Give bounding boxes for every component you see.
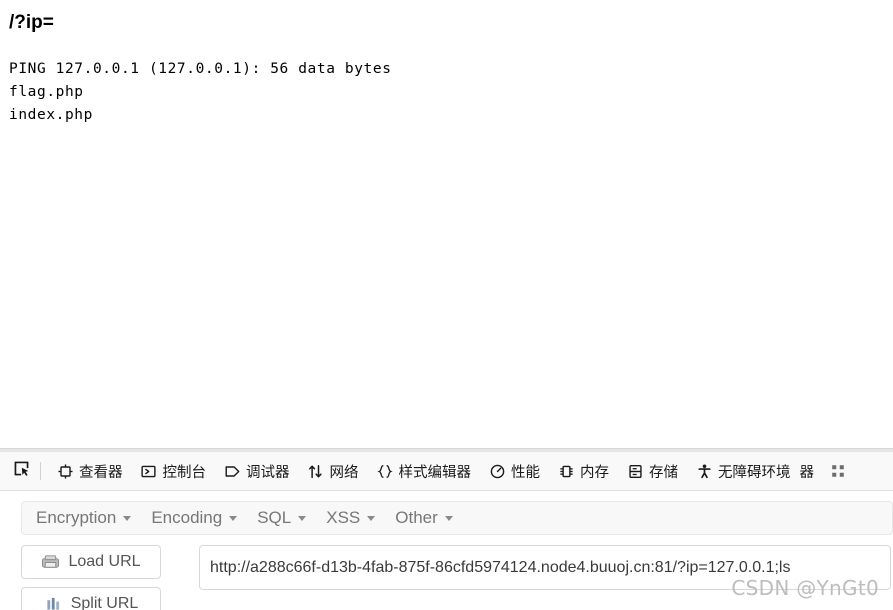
command-output-text: PING 127.0.0.1 (127.0.0.1): 56 data byte… xyxy=(9,61,392,123)
tab-style-editor-label: 样式编辑器 xyxy=(398,464,472,481)
tab-memory-label: 内存 xyxy=(580,464,609,481)
tab-accessibility-label: 无障碍环境 xyxy=(718,464,791,481)
inspector-icon xyxy=(57,463,73,479)
tab-inspector[interactable]: 查看器 xyxy=(48,452,132,490)
load-url-icon xyxy=(41,554,60,571)
tab-application-label: 器 xyxy=(799,464,815,481)
split-url-button[interactable]: Split URL xyxy=(21,587,161,610)
devtools-toolbar: 查看器 控制台 调试器 网络 样式编辑器 性能 内存 存储 无障碍环境 器 xyxy=(0,452,893,491)
hackbar-menu-xss-label: XSS xyxy=(326,508,361,527)
tab-network[interactable]: 网络 xyxy=(299,452,368,490)
hackbar-button-column: Load URL Split URL xyxy=(21,545,161,610)
toolbar-divider xyxy=(40,462,41,480)
browser-page-viewport: /?ip= PING 127.0.0.1 (127.0.0.1): 56 dat… xyxy=(0,0,893,448)
debugger-icon xyxy=(224,463,240,479)
element-picker-button[interactable] xyxy=(6,457,36,485)
split-url-icon xyxy=(44,596,63,610)
hackbar-menubar: Encryption Encoding SQL XSS Other xyxy=(21,501,893,535)
style-editor-icon xyxy=(376,463,393,479)
hackbar-menu-sql[interactable]: SQL xyxy=(247,504,316,532)
hackbar-menu-encryption-label: Encryption xyxy=(36,508,117,527)
url-input[interactable] xyxy=(199,545,891,590)
hackbar-menu-encryption[interactable]: Encryption xyxy=(26,504,141,532)
tab-memory[interactable]: 内存 xyxy=(549,452,618,490)
tab-accessibility[interactable]: 无障碍环境 xyxy=(687,452,800,490)
hackbar-menu-encoding[interactable]: Encoding xyxy=(141,504,247,532)
load-url-label: Load URL xyxy=(68,553,141,570)
performance-icon xyxy=(489,463,505,479)
hackbar-body: Load URL Split URL xyxy=(21,545,893,610)
tab-console[interactable]: 控制台 xyxy=(132,452,216,490)
hackbar-panel: Encryption Encoding SQL XSS Other Load U… xyxy=(0,491,893,610)
tab-console-label: 控制台 xyxy=(162,464,207,481)
tab-debugger[interactable]: 调试器 xyxy=(215,452,299,490)
hackbar-url-wrapper xyxy=(199,545,893,590)
chevron-down-icon xyxy=(123,515,132,521)
accessibility-icon xyxy=(696,463,712,479)
tab-debugger-label: 调试器 xyxy=(246,464,290,481)
chevron-down-icon xyxy=(444,515,453,521)
chevron-down-icon xyxy=(229,515,238,521)
hackbar-menu-sql-label: SQL xyxy=(257,508,292,527)
tab-inspector-label: 查看器 xyxy=(79,464,123,481)
tab-storage[interactable]: 存储 xyxy=(618,452,687,490)
tab-application[interactable]: 器 xyxy=(800,452,847,490)
chevron-down-icon xyxy=(367,515,376,521)
chevron-down-icon xyxy=(298,515,307,521)
network-icon xyxy=(308,463,324,479)
memory-icon xyxy=(558,463,574,479)
hackbar-menu-other[interactable]: Other xyxy=(385,504,463,532)
tab-style-editor[interactable]: 样式编辑器 xyxy=(368,452,481,490)
tab-performance[interactable]: 性能 xyxy=(480,452,549,490)
element-picker-icon xyxy=(13,460,30,482)
devtools-panel: 查看器 控制台 调试器 网络 样式编辑器 性能 内存 存储 无障碍环境 器 En… xyxy=(0,452,893,610)
hackbar-menu-other-label: Other xyxy=(395,508,438,527)
page-title: /?ip= xyxy=(9,12,54,33)
tab-network-label: 网络 xyxy=(329,464,359,481)
application-icon xyxy=(830,463,846,479)
hackbar-menu-xss[interactable]: XSS xyxy=(316,504,385,532)
tab-performance-label: 性能 xyxy=(511,464,540,481)
load-url-button[interactable]: Load URL xyxy=(21,545,161,579)
console-icon xyxy=(141,463,157,479)
storage-icon xyxy=(627,463,643,479)
tab-storage-label: 存储 xyxy=(649,464,678,481)
hackbar-menu-encoding-label: Encoding xyxy=(151,508,223,527)
split-url-label: Split URL xyxy=(70,595,139,610)
